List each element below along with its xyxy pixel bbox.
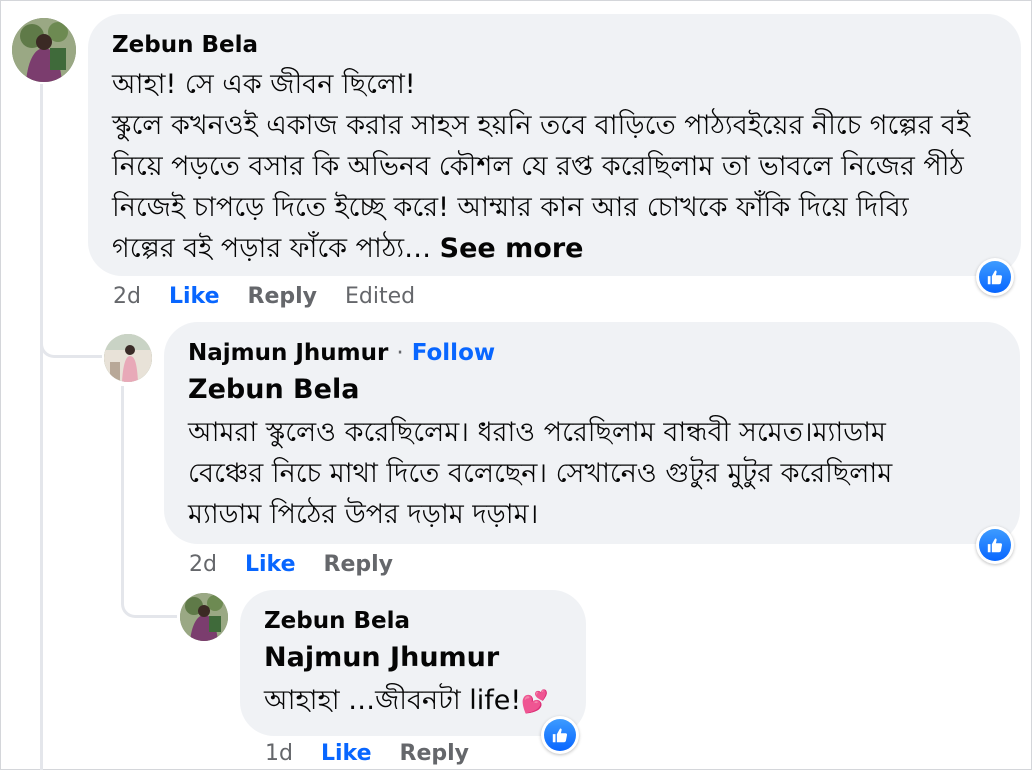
- like-reaction-icon: [544, 719, 576, 751]
- reply-author: Najmun Jhumur · Follow: [188, 340, 495, 366]
- reaction-badge[interactable]: [976, 258, 1014, 296]
- comment-line-last: গল্পের বই পড়ার ফাঁকে পাঠ্য… See more: [112, 228, 1012, 269]
- nested-reply-author[interactable]: Zebun Bela: [264, 608, 410, 634]
- thread-line-main: [40, 84, 43, 770]
- nested-reply-text: আহাহা …জীবনটা life!💕: [264, 680, 584, 723]
- avatar-image: [180, 593, 228, 641]
- reply-button[interactable]: Reply: [400, 741, 470, 766]
- reply-line: আমরা স্কুলেও করেছিলেম। ধরাও পরেছিলাম বান…: [188, 417, 886, 448]
- nested-reply-actions: 1d Like Reply: [265, 741, 497, 766]
- mention-tag[interactable]: Zebun Bela: [188, 374, 359, 405]
- reply-author-name[interactable]: Najmun Jhumur: [188, 340, 388, 366]
- comment-line: স্কুলে কখনওই একাজ করার সাহস হয়নি তবে বা…: [112, 110, 971, 141]
- nested-reply-bubble: Zebun Bela Najmun Jhumur আহাহা …জীবনটা l…: [240, 590, 586, 736]
- like-button[interactable]: Like: [321, 741, 372, 766]
- nested-reply-line: আহাহা …জীবনটা life!: [264, 685, 522, 716]
- reply-text: আমরা স্কুলেও করেছিলেম। ধরাও পরেছিলাম বান…: [188, 412, 1008, 535]
- comment-actions: 2d Like Reply Edited: [113, 284, 443, 309]
- comment-text: আহা! সে এক জীবন ছিলো! স্কুলে কখনওই একাজ …: [112, 64, 1012, 269]
- reply-timestamp[interactable]: 2d: [189, 552, 217, 577]
- comment-line: নিজেই চাপড়ে দিতে ইচ্ছে করে! আম্মার কান …: [112, 192, 909, 223]
- avatar[interactable]: [180, 593, 228, 641]
- edited-label: Edited: [345, 284, 416, 309]
- like-reaction-icon: [979, 529, 1011, 561]
- reaction-badge[interactable]: [541, 716, 579, 754]
- like-reaction-icon: [979, 261, 1011, 293]
- reply-button[interactable]: Reply: [324, 552, 394, 577]
- thread-line-reply: [121, 386, 124, 586]
- avatar[interactable]: [104, 334, 152, 382]
- avatar[interactable]: [12, 18, 76, 82]
- thread-connector-reply-2: [121, 560, 177, 618]
- like-button[interactable]: Like: [245, 552, 296, 577]
- comment-line: গল্পের বই পড়ার ফাঁকে পাঠ্য…: [112, 233, 432, 264]
- comment-line: নিয়ে পড়তে বসার কি অভিনব কৌশল যে রপ্ত ক…: [112, 151, 964, 182]
- reply-line: বেঞ্চের নিচে মাথা দিতে বলেছেন। সেখানেও গ…: [188, 458, 893, 489]
- reply-button[interactable]: Reply: [248, 284, 318, 309]
- reaction-badge[interactable]: [976, 526, 1014, 564]
- see-more-link[interactable]: See more: [440, 233, 584, 264]
- like-button[interactable]: Like: [169, 284, 220, 309]
- comment-author[interactable]: Zebun Bela: [112, 32, 258, 58]
- comment-bubble: Zebun Bela আহা! সে এক জীবন ছিলো! স্কুলে …: [88, 14, 1021, 276]
- avatar-image: [104, 334, 152, 382]
- follow-separator: ·: [396, 340, 404, 366]
- avatar-image: [12, 18, 76, 82]
- mention-tag[interactable]: Najmun Jhumur: [264, 642, 499, 673]
- thread-connector-reply-1: [40, 300, 102, 358]
- reply-bubble: Najmun Jhumur · Follow Zebun Bela আমরা স…: [164, 322, 1020, 544]
- reply-actions: 2d Like Reply: [189, 552, 421, 577]
- comment-line: আহা! সে এক জীবন ছিলো!: [112, 69, 416, 100]
- two-hearts-icon: 💕: [521, 690, 549, 715]
- comment-timestamp[interactable]: 2d: [113, 284, 141, 309]
- reply-line: ম্যাডাম পিঠের উপর দড়াম দড়াম।: [188, 499, 539, 530]
- nested-reply-timestamp[interactable]: 1d: [265, 741, 293, 766]
- follow-button[interactable]: Follow: [412, 340, 495, 366]
